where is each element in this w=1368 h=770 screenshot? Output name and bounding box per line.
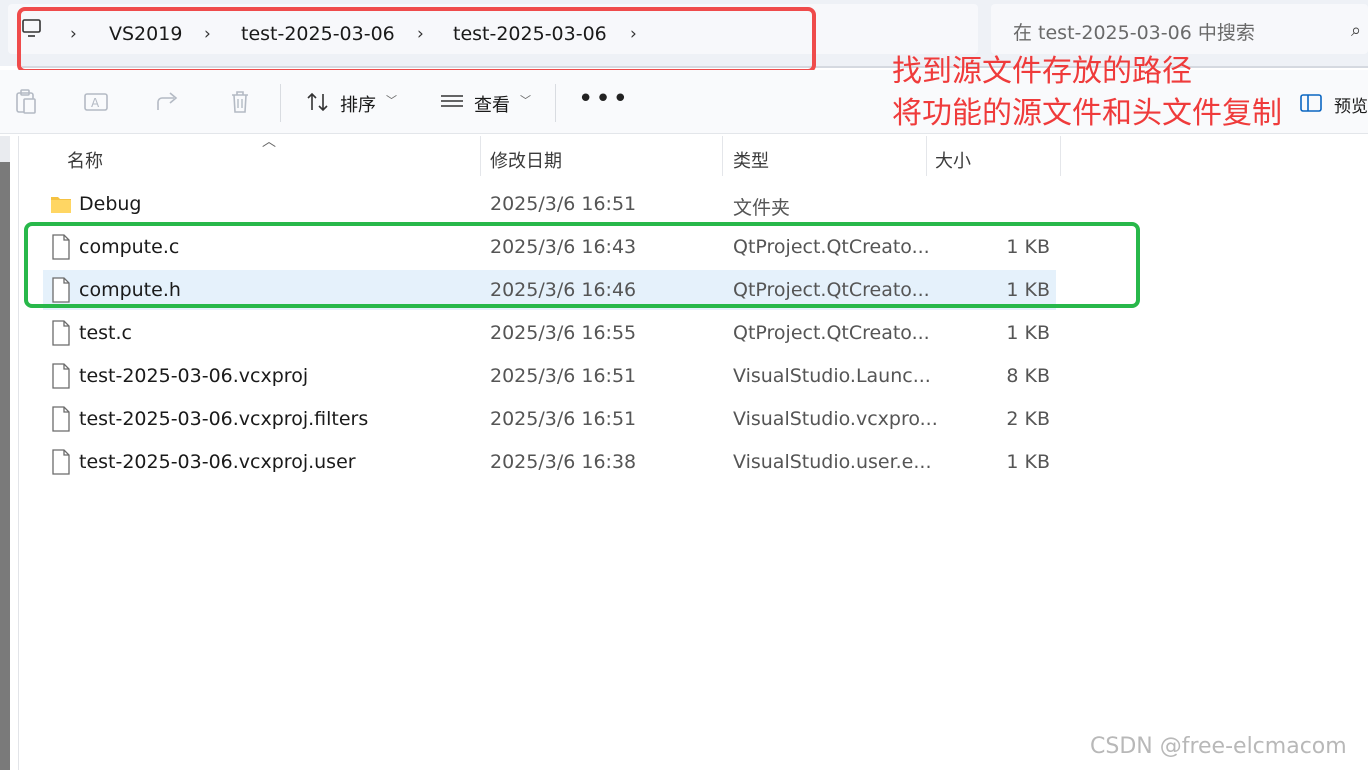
file-size: 2 KB [1006,408,1050,430]
file-name: test-2025-03-06.vcxproj.filters [79,408,369,430]
file-row[interactable]: compute.c 2025/3/6 16:43 QtProject.QtCreat… [43,227,1056,267]
file-row[interactable]: test-2025-03-06.vcxproj.user 2025/3/6 16:… [43,442,1056,482]
file-row[interactable]: compute.h 2025/3/6 16:46 QtProject.QtCreat… [43,270,1056,310]
file-name: Debug [79,193,142,215]
sort-ascending-icon: ︿ [262,134,276,150]
divider[interactable] [722,136,723,176]
folder-icon [51,197,71,213]
column-header-type[interactable]: 类型 [733,147,769,173]
search-input[interactable]: 在 test-2025-03-06 中搜索 [1013,18,1255,45]
file-size: 1 KB [1006,236,1050,258]
delete-icon[interactable] [226,88,254,116]
file-modified-date: 2025/3/6 16:43 [490,236,637,258]
file-name: compute.c [79,236,180,258]
scrollbar-thumb[interactable] [0,162,10,770]
more-options-button[interactable]: ••• [578,84,630,114]
file-icon [52,363,70,389]
column-header-size[interactable]: 大小 [935,147,971,173]
file-row[interactable]: Debug 2025/3/6 16:51 文件夹 [43,184,1056,224]
breadcrumb-item-project-parent[interactable]: test-2025-03-06 [241,23,395,45]
chevron-down-icon[interactable]: ﹀ [386,92,397,108]
paste-icon[interactable] [12,88,40,116]
file-modified-date: 2025/3/6 16:51 [490,365,637,387]
file-size: 1 KB [1006,322,1050,344]
divider[interactable] [480,136,481,176]
divider [555,84,556,122]
file-row[interactable]: test-2025-03-06.vcxproj.filters 2025/3/6 … [43,399,1056,439]
file-icon [52,277,70,303]
view-icon[interactable] [438,88,466,116]
file-size: 1 KB [1006,279,1050,301]
breadcrumb-item-project[interactable]: test-2025-03-06 [453,23,607,45]
breadcrumb-chevron-icon[interactable]: › [70,24,77,44]
breadcrumb-item-vs2019[interactable]: VS2019 [109,23,182,45]
file-modified-date: 2025/3/6 16:51 [490,408,637,430]
file-type: QtProject.QtCreato... [733,236,930,258]
file-modified-date: 2025/3/6 16:46 [490,279,637,301]
this-pc-icon[interactable] [22,18,42,38]
breadcrumb-chevron-icon[interactable]: › [417,24,424,44]
file-row[interactable]: test-2025-03-06.vcxproj 2025/3/6 16:51 Vis… [43,356,1056,396]
file-type: VisualStudio.vcxpro... [733,408,938,430]
file-type: 文件夹 [733,197,791,219]
annotation-text: 将功能的源文件和头文件复制 [892,96,1282,131]
sort-icon[interactable] [304,88,332,116]
svg-text:A: A [91,96,100,110]
column-header-name[interactable]: 名称 [67,147,103,173]
preview-button[interactable]: 预览 [1334,92,1368,117]
file-row[interactable]: test.c 2025/3/6 16:55 QtProject.QtCreato..… [43,313,1056,353]
divider [18,136,19,770]
breadcrumb-chevron-icon[interactable]: › [204,24,211,44]
view-button[interactable]: 查看 [474,91,510,117]
file-size: 8 KB [1006,365,1050,387]
file-type: VisualStudio.user.e... [733,451,932,473]
address-bar[interactable]: › VS2019 › test-2025-03-06 › test-2025-0… [8,4,978,54]
share-icon[interactable] [154,88,182,116]
sort-button[interactable]: 排序 [340,91,376,117]
file-icon [52,320,70,346]
search-icon[interactable]: ⌕ [1351,20,1361,41]
divider [280,84,281,122]
file-type: QtProject.QtCreato... [733,279,930,301]
file-modified-date: 2025/3/6 16:55 [490,322,637,344]
file-modified-date: 2025/3/6 16:51 [490,193,637,215]
divider[interactable] [926,136,927,176]
rename-icon[interactable]: A [82,88,110,116]
file-icon [52,406,70,432]
file-size: 1 KB [1006,451,1050,473]
file-icon [52,234,70,260]
file-modified-date: 2025/3/6 16:38 [490,451,637,473]
file-name: compute.h [79,279,181,301]
breadcrumb-chevron-icon[interactable]: › [630,24,637,44]
file-type: QtProject.QtCreato... [733,322,930,344]
file-name: test-2025-03-06.vcxproj.user [79,451,356,473]
file-type: VisualStudio.Launc... [733,365,931,387]
file-name: test-2025-03-06.vcxproj [79,365,309,387]
watermark: CSDN @free-elcmacom [1090,734,1347,759]
file-icon [52,449,70,475]
column-header-modified[interactable]: 修改日期 [490,147,562,173]
chevron-down-icon[interactable]: ﹀ [520,92,531,108]
file-name: test.c [79,322,132,344]
annotation-text: 找到源文件存放的路径 [892,54,1192,89]
preview-pane-icon[interactable] [1300,94,1322,112]
divider[interactable] [1060,136,1061,176]
